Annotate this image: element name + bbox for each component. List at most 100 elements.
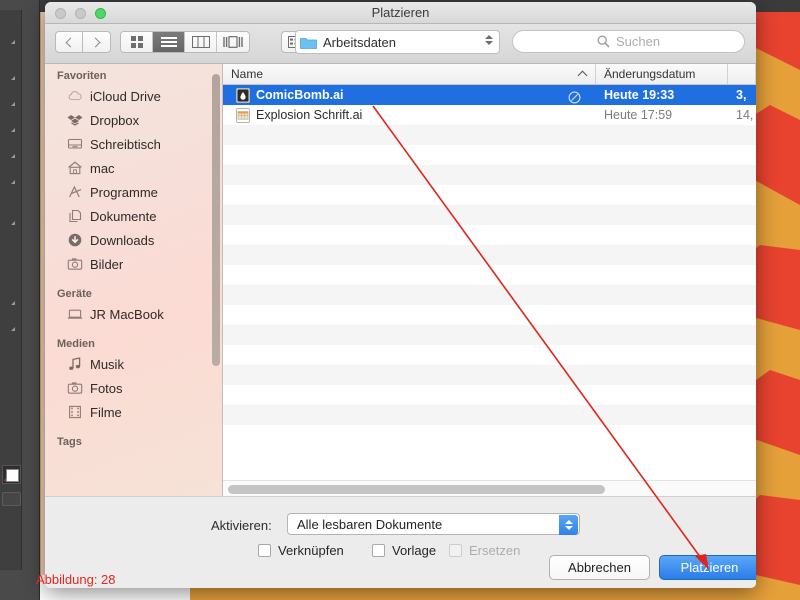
checkbox-ersetzen: Ersetzen xyxy=(449,543,520,558)
file-size-cell: 14, xyxy=(736,108,754,122)
sidebar-item-label: Dokumente xyxy=(90,208,157,224)
sidebar-item-fotos[interactable]: Fotos xyxy=(45,376,222,400)
tool-icon[interactable] xyxy=(4,34,16,45)
sidebar-item-icloud-drive[interactable]: iCloud Drive xyxy=(45,84,222,108)
table-row-empty xyxy=(223,245,756,265)
cancel-button[interactable]: Abbrechen xyxy=(549,555,650,580)
search-input[interactable]: Suchen xyxy=(512,30,745,53)
home-icon xyxy=(68,161,82,175)
sidebar-heading-geraete: Geräte xyxy=(57,288,92,300)
list-view-icon xyxy=(160,37,177,47)
file-size-cell: 3, xyxy=(736,88,747,102)
table-row-empty xyxy=(223,165,756,185)
checkbox-box xyxy=(449,544,462,557)
tool-icon[interactable] xyxy=(4,321,16,332)
file-list: Name Änderungsdatum ComicBomb.ai Heute 1… xyxy=(223,64,756,496)
table-row-empty xyxy=(223,265,756,285)
sidebar: Favoriten iCloud Drive Dropbox Schreibti… xyxy=(45,64,223,496)
tool-icon[interactable] xyxy=(4,96,16,107)
tool-icon[interactable] xyxy=(4,148,16,159)
figure-caption: Abbildung: 28 xyxy=(36,572,116,587)
table-row-empty xyxy=(223,125,756,145)
illustrator-ai-file-icon xyxy=(236,87,250,103)
sidebar-item-label: Musik xyxy=(90,356,124,372)
list-view-button[interactable] xyxy=(153,32,185,52)
sidebar-item-programme[interactable]: Programme xyxy=(45,180,222,204)
sidebar-item-jr-macbook[interactable]: JR MacBook xyxy=(45,302,222,326)
folder-icon xyxy=(300,37,317,49)
illustrator-tool-palette[interactable] xyxy=(0,10,22,570)
chevron-up-icon xyxy=(577,70,588,81)
sidebar-item-label: Filme xyxy=(90,404,122,420)
search-placeholder: Suchen xyxy=(615,34,661,49)
gallery-view-icon xyxy=(223,36,243,48)
gallery-view-button[interactable] xyxy=(217,32,249,52)
sidebar-item-filme[interactable]: Filme xyxy=(45,400,222,424)
table-row-empty xyxy=(223,425,756,445)
column-header-name[interactable]: Name xyxy=(223,64,596,84)
search-icon xyxy=(597,35,610,48)
checkbox-verknuepfen[interactable]: Verknüpfen xyxy=(258,543,344,558)
column-header-date[interactable]: Änderungsdatum xyxy=(596,64,728,84)
sidebar-item-schreibtisch[interactable]: Schreibtisch xyxy=(45,132,222,156)
tool-icon[interactable] xyxy=(4,295,16,306)
alias-badge-icon xyxy=(568,91,581,103)
place-file-dialog: Platzieren Arbeitsdaten Suchen Favoriten… xyxy=(45,2,756,588)
file-date-cell: Heute 19:33 xyxy=(604,88,675,102)
dropbox-icon xyxy=(67,115,83,126)
file-name-label: Explosion Schrift.ai xyxy=(256,108,363,122)
table-row-empty xyxy=(223,385,756,405)
sidebar-item-label: iCloud Drive xyxy=(90,88,161,104)
table-row-empty xyxy=(223,305,756,325)
back-button[interactable] xyxy=(55,31,83,53)
fill-stroke-swatch[interactable] xyxy=(2,465,21,484)
table-row-empty xyxy=(223,325,756,345)
enable-select[interactable]: Alle lesbaren Dokumente xyxy=(287,513,580,535)
sidebar-item-downloads[interactable]: Downloads xyxy=(45,228,222,252)
sidebar-item-label: Fotos xyxy=(90,380,123,396)
enable-label: Aktivieren: xyxy=(211,518,272,533)
place-button[interactable]: Platzieren xyxy=(659,555,756,580)
table-row[interactable]: ComicBomb.ai Heute 19:33 3, xyxy=(223,85,756,105)
icon-view-button[interactable] xyxy=(121,32,153,52)
tool-icon[interactable] xyxy=(4,122,16,133)
screen-mode-button[interactable] xyxy=(2,492,21,506)
tool-icon[interactable] xyxy=(4,70,16,81)
horizontal-scrollbar[interactable] xyxy=(223,480,756,496)
sidebar-item-dokumente[interactable]: Dokumente xyxy=(45,204,222,228)
dialog-titlebar[interactable]: Platzieren xyxy=(45,2,756,24)
checkbox-label: Verknüpfen xyxy=(278,543,344,558)
table-row[interactable]: Explosion Schrift.ai Heute 17:59 14, xyxy=(223,105,756,125)
horizontal-scrollbar-thumb[interactable] xyxy=(228,485,605,494)
sidebar-item-label: JR MacBook xyxy=(90,306,164,322)
checkbox-vorlage[interactable]: Vorlage xyxy=(372,543,436,558)
path-popup-stepper-icon xyxy=(485,35,493,45)
sidebar-item-musik[interactable]: Musik xyxy=(45,352,222,376)
file-name-label: ComicBomb.ai xyxy=(256,88,344,102)
tool-icon[interactable] xyxy=(4,174,16,185)
column-view-button[interactable] xyxy=(185,32,217,52)
dialog-title: Platzieren xyxy=(371,5,430,20)
path-popup-button[interactable]: Arbeitsdaten xyxy=(295,30,500,54)
film-icon xyxy=(69,405,81,419)
forward-button[interactable] xyxy=(83,31,111,53)
chevron-left-icon xyxy=(65,37,76,47)
sidebar-item-dropbox[interactable]: Dropbox xyxy=(45,108,222,132)
sidebar-scrollbar-thumb[interactable] xyxy=(212,74,220,366)
sidebar-item-label: Downloads xyxy=(90,232,155,248)
dialog-options-pane: Aktivieren: Alle lesbaren Dokumente Verk… xyxy=(45,496,756,587)
downloads-icon xyxy=(68,233,82,247)
sidebar-heading-favoriten: Favoriten xyxy=(57,70,107,82)
table-row-empty xyxy=(223,405,756,425)
table-row-empty xyxy=(223,185,756,205)
sidebar-item-mac[interactable]: mac xyxy=(45,156,222,180)
column-header-size[interactable] xyxy=(728,64,756,84)
tool-icon[interactable] xyxy=(4,215,16,226)
dialog-toolbar: Arbeitsdaten Suchen xyxy=(45,24,756,64)
applications-icon xyxy=(69,185,82,198)
sidebar-item-label: Programme xyxy=(90,184,158,200)
desktop-icon xyxy=(67,138,83,149)
sidebar-scrollbar[interactable] xyxy=(212,72,220,447)
sidebar-item-label: Schreibtisch xyxy=(90,136,161,152)
sidebar-item-bilder[interactable]: Bilder xyxy=(45,252,222,276)
